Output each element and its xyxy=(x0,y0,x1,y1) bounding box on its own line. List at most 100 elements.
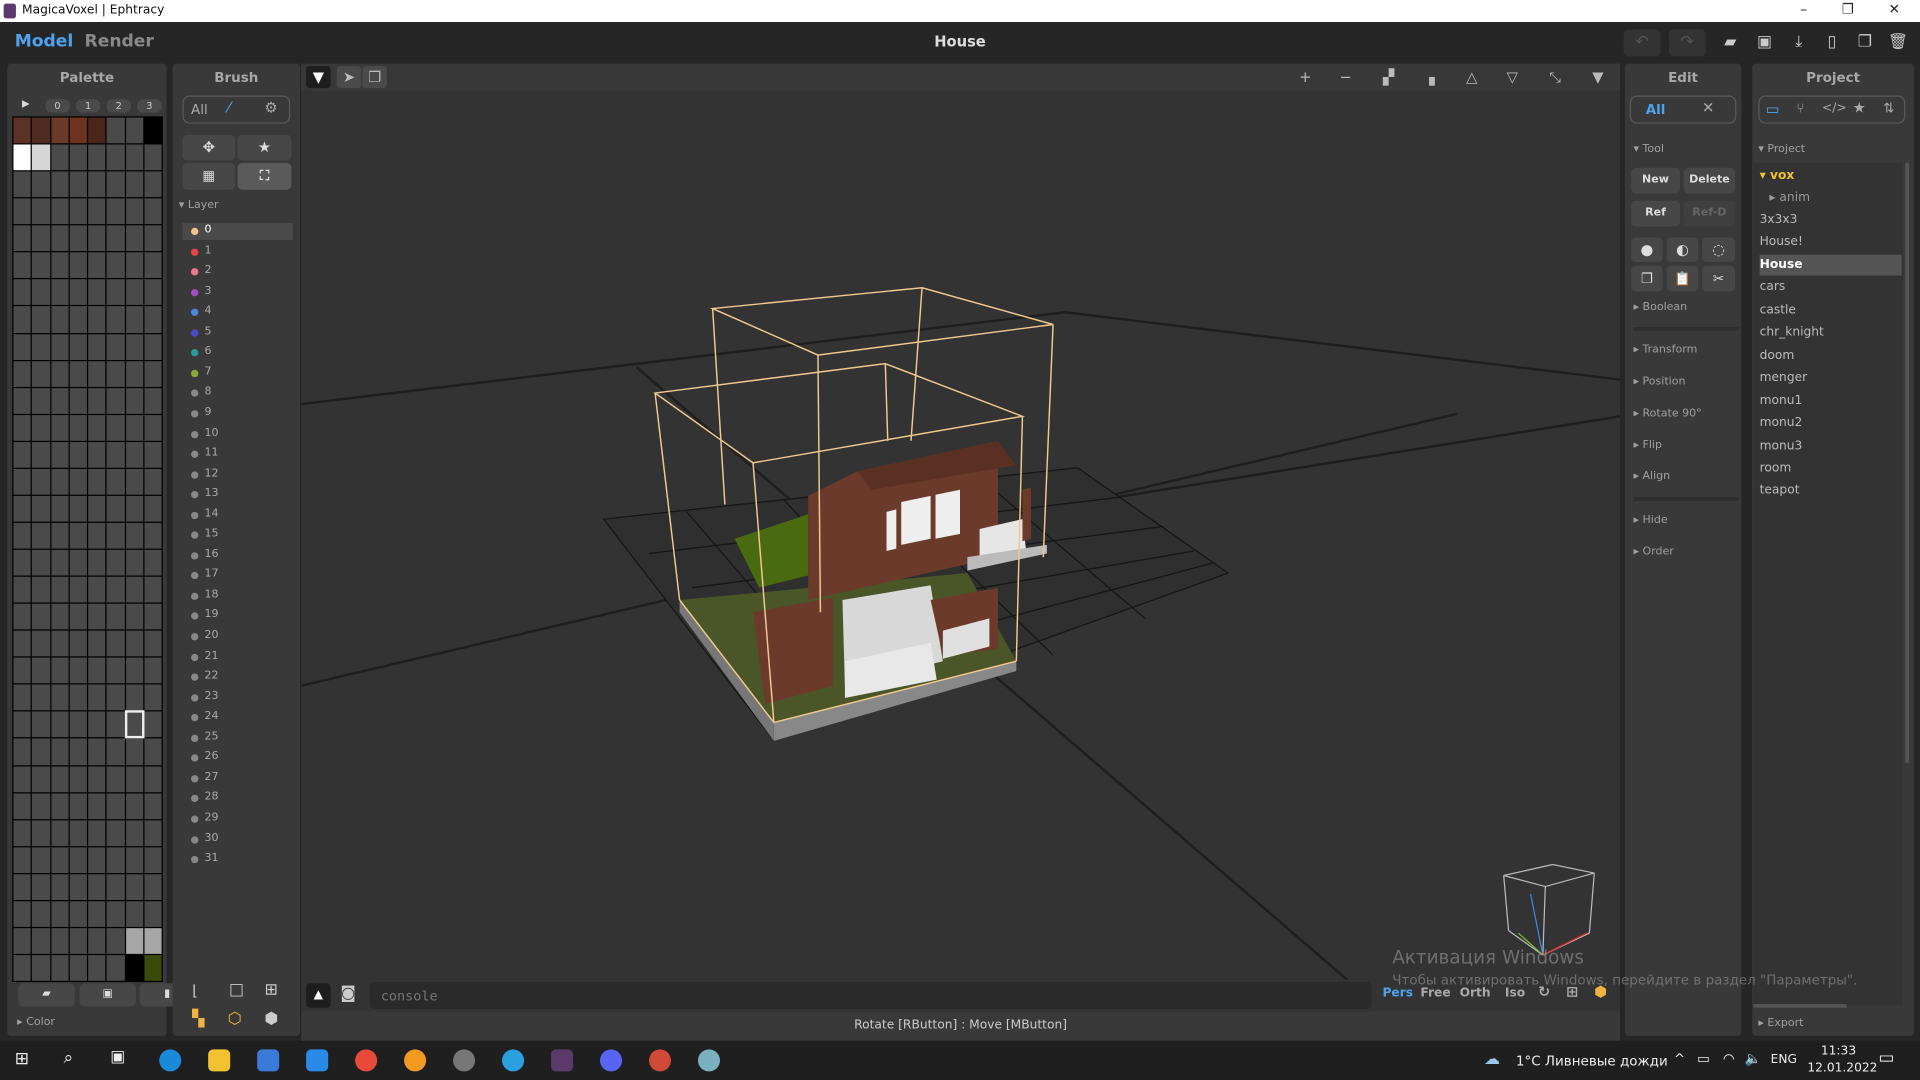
layer-item[interactable]: 31 xyxy=(182,851,292,868)
favorite-button[interactable]: ★ xyxy=(237,134,292,161)
palette-color-cell[interactable] xyxy=(69,955,87,981)
paint-icon[interactable] xyxy=(697,1049,721,1072)
edit-section-boolean[interactable]: ▸ Boolean xyxy=(1633,301,1687,313)
palette-color-cell[interactable] xyxy=(69,819,87,846)
layer-color-dot[interactable] xyxy=(191,349,199,357)
layer-color-dot[interactable] xyxy=(191,329,199,337)
palette-color-cell[interactable] xyxy=(50,873,69,900)
palette-color-cell[interactable] xyxy=(125,900,143,927)
palette-color-cell[interactable] xyxy=(106,495,125,522)
layer-item[interactable]: 21 xyxy=(182,648,292,665)
layer-color-dot[interactable] xyxy=(191,551,199,560)
palette-color-cell[interactable] xyxy=(69,738,87,765)
folder-vox[interactable]: ▾ vox xyxy=(1760,165,1902,186)
palette-color-cell[interactable] xyxy=(32,549,50,576)
layer-color-dot[interactable] xyxy=(191,450,199,459)
project-file-item[interactable]: 3x3x3 xyxy=(1760,209,1902,230)
palette-color-cell[interactable] xyxy=(13,873,31,900)
folder-anim[interactable]: ▸ anim xyxy=(1769,187,1911,208)
palette-color-cell[interactable] xyxy=(50,738,69,765)
volume-icon[interactable]: 🔈 xyxy=(1745,1051,1762,1067)
palette-color-cell[interactable] xyxy=(106,252,125,279)
layer-item[interactable]: 22 xyxy=(182,669,292,686)
palette-color-cell[interactable] xyxy=(125,171,143,198)
palette-color-cell[interactable] xyxy=(106,657,125,684)
project-file-item[interactable]: monu1 xyxy=(1760,390,1902,411)
palette-color-cell[interactable] xyxy=(69,765,87,792)
layer-item[interactable]: 29 xyxy=(182,811,292,828)
notifications-icon[interactable]: ▭ xyxy=(1878,1048,1894,1068)
palette-color-cell[interactable] xyxy=(69,846,87,873)
palette-color-cell[interactable] xyxy=(69,117,87,144)
palette-color-cell[interactable] xyxy=(144,765,162,792)
palette-save-button[interactable]: ▣ xyxy=(79,983,136,1007)
layer-color-dot[interactable] xyxy=(191,227,199,236)
project-file-item[interactable]: castle xyxy=(1760,300,1902,321)
palette-color-cell[interactable] xyxy=(32,576,50,603)
minimize-button[interactable]: – xyxy=(1785,1,1822,17)
chrome-icon[interactable] xyxy=(355,1049,378,1072)
palette-color-cell[interactable] xyxy=(50,657,69,684)
palette-color-cell[interactable] xyxy=(144,792,162,819)
export-icon[interactable]: ⤓ xyxy=(1780,29,1817,56)
horizontal-scrollbar[interactable] xyxy=(1753,1004,1847,1008)
palette-color-cell[interactable] xyxy=(32,522,50,549)
layer-item[interactable]: 8 xyxy=(182,385,292,402)
palette-color-cell[interactable] xyxy=(13,846,31,873)
tab-render[interactable]: Render xyxy=(84,32,153,52)
palette-color-cell[interactable] xyxy=(124,710,145,739)
palette-color-cell[interactable] xyxy=(69,928,87,954)
orientation-gizmo[interactable] xyxy=(1503,863,1595,956)
paste-icon[interactable]: 📋 xyxy=(1666,265,1699,292)
layer-color-dot[interactable] xyxy=(191,248,199,256)
layer-color-dot[interactable] xyxy=(191,470,199,479)
palette-color-cell[interactable] xyxy=(32,684,50,711)
layer-color-dot[interactable] xyxy=(191,774,199,783)
paint-brush-icon[interactable]: ⁄ xyxy=(228,99,230,116)
half-circle-icon[interactable]: ◐ xyxy=(1666,237,1699,263)
palette-color-cell[interactable] xyxy=(69,576,87,603)
copy-icon[interactable]: ❐ xyxy=(1631,265,1663,292)
palette-color-cell[interactable] xyxy=(125,198,143,225)
palette-color-cell[interactable] xyxy=(144,279,162,306)
palette-color-cell[interactable] xyxy=(50,468,69,495)
palette-color-cell[interactable] xyxy=(13,657,31,684)
task-view-icon[interactable]: ▣ xyxy=(110,1048,125,1066)
project-file-item[interactable]: doom xyxy=(1760,345,1902,366)
weather-text[interactable]: 1°C Ливневые дожди xyxy=(1516,1053,1668,1069)
palette-color-cell[interactable] xyxy=(69,333,87,360)
palette-color-cell[interactable] xyxy=(32,360,50,387)
palette-color-cell[interactable] xyxy=(106,360,125,387)
select-region-button[interactable]: ⛶ xyxy=(237,162,292,190)
palette-color-cell[interactable] xyxy=(144,414,162,441)
palette-color-cell[interactable] xyxy=(32,900,50,927)
palette-color-cell[interactable] xyxy=(125,955,143,981)
palette-color-cell[interactable] xyxy=(88,279,106,306)
palette-color-cell[interactable] xyxy=(50,630,69,657)
palette-color-cell[interactable] xyxy=(106,198,125,225)
palette-color-cell[interactable] xyxy=(32,819,50,846)
unity-icon[interactable] xyxy=(453,1049,476,1072)
palette-color-cell[interactable] xyxy=(69,468,87,495)
palette-color-cell[interactable] xyxy=(88,441,106,468)
project-file-item[interactable]: monu3 xyxy=(1760,435,1902,456)
palette-color-cell[interactable] xyxy=(69,225,87,252)
layer-item[interactable]: 15 xyxy=(182,527,292,544)
palette-color-cell[interactable] xyxy=(88,495,106,522)
palette-color-cell[interactable] xyxy=(13,955,31,981)
palette-color-cell[interactable] xyxy=(50,522,69,549)
palette-color-cell[interactable] xyxy=(88,225,106,252)
clock-time[interactable]: 11:33 xyxy=(1821,1044,1856,1057)
dotted-circle-icon[interactable]: ◌ xyxy=(1702,237,1736,263)
gear-icon[interactable]: ⚙ xyxy=(264,99,277,116)
palette-color-cell[interactable] xyxy=(50,819,69,846)
palette-color-cell[interactable] xyxy=(125,252,143,279)
palette-color-cell[interactable] xyxy=(32,738,50,765)
project-file-item[interactable]: room xyxy=(1760,458,1902,479)
layer-section[interactable]: ▾ Layer xyxy=(179,200,219,212)
palette-color-cell[interactable] xyxy=(125,928,143,954)
palette-color-cell[interactable] xyxy=(106,414,125,441)
palette-color-cell[interactable] xyxy=(106,765,125,792)
palette-color-cell[interactable] xyxy=(144,873,162,900)
palette-color-cell[interactable] xyxy=(32,603,50,630)
